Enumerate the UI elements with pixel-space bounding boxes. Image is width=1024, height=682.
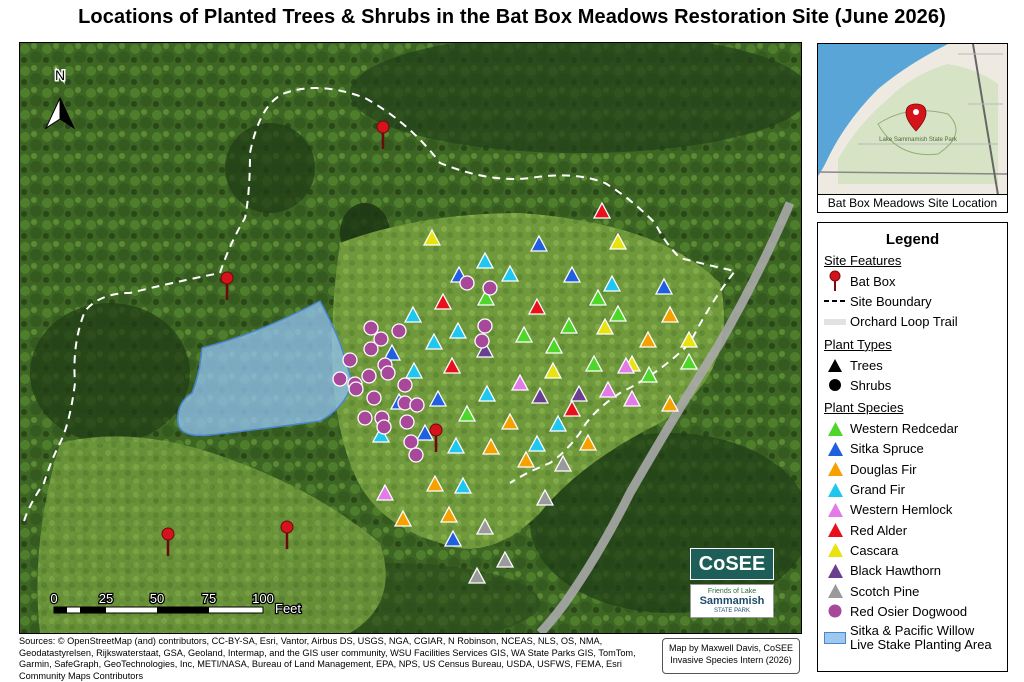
logo-sammamish-text: Sammamish (699, 595, 765, 607)
shrub-marker (366, 390, 382, 406)
shrub-marker (332, 371, 348, 387)
scale-tick-25: 25 (99, 591, 113, 606)
sources-text: Sources: © OpenStreetMap (and) contribut… (19, 636, 636, 681)
shrub-marker (403, 434, 419, 450)
legend-bat-box: Bat Box (818, 270, 1007, 292)
legend-label: Sitka & Pacific Willow Live Stake Planti… (850, 623, 992, 653)
legend-label: Red Alder (850, 522, 908, 538)
legend-species-row: Black Hawthorn (818, 561, 1007, 581)
legend-label: Red Osier Dogwood (850, 603, 968, 619)
legend-label: Sitka Spruce (850, 441, 924, 457)
inset-map[interactable]: Lake Sammamish State Park Bat Box Meadow… (817, 43, 1008, 213)
triangle-icon (824, 356, 846, 374)
legend-species-row: Sitka Spruce (818, 439, 1007, 459)
legend-plant-species-heading: Plant Species (824, 400, 904, 416)
scale-unit: Feet (275, 601, 301, 616)
legend-shrubs: Shrubs (818, 375, 1007, 395)
legend-label: Black Hawthorn (850, 563, 942, 579)
legend-label: Western Hemlock (850, 502, 953, 518)
inset-park-label: Lake Sammamish State Park (879, 137, 958, 143)
legend-species-row: Sitka & Pacific Willow Live Stake Planti… (818, 621, 1007, 655)
shrub-marker (342, 352, 358, 368)
map-title: Locations of Planted Trees & Shrubs in t… (78, 6, 946, 28)
dark-forest-patch (30, 303, 190, 443)
triangle-icon (824, 460, 846, 478)
legend-label: Scotch Pine (850, 583, 920, 599)
trail-line-icon (824, 313, 846, 331)
cosee-logo: CoSEE (690, 548, 774, 580)
triangle-icon (824, 501, 846, 519)
legend-label: Orchard Loop Trail (850, 314, 958, 330)
shrub-marker (373, 331, 389, 347)
shrub-marker (459, 275, 475, 291)
shrub-marker (391, 323, 407, 339)
credit-box: Map by Maxwell Davis, CoSEE Invasive Spe… (662, 638, 800, 674)
legend-species-row: Grand Fir (818, 479, 1007, 499)
credit-line-1: Map by Maxwell Davis, CoSEE (668, 643, 794, 653)
legend-site-features-heading: Site Features (824, 253, 902, 268)
shrub-marker (348, 381, 364, 397)
legend-plant-types-heading: Plant Types (824, 336, 892, 352)
scale-tick-75: 75 (202, 591, 216, 606)
shrub-marker (477, 318, 493, 334)
shrub-marker (482, 280, 498, 296)
legend-label: Western Redcedar (850, 421, 959, 437)
dark-forest-patch (225, 123, 315, 213)
legend: Legend Site Features Bat Box Site Bounda… (817, 222, 1008, 672)
legend-species-row: Western Hemlock (818, 500, 1007, 520)
legend-species-row: Red Alder (818, 520, 1007, 540)
circle-icon (824, 376, 846, 394)
shrub-marker (399, 414, 415, 430)
legend-label: Bat Box (850, 273, 896, 289)
north-arrow-label: N (55, 67, 65, 83)
legend-species-list: Western Redcedar Sitka Spruce Douglas Fir G… (818, 418, 1007, 655)
triangle-icon (824, 521, 846, 539)
legend-site-boundary: Site Boundary (818, 291, 1007, 311)
triangle-icon (824, 582, 846, 600)
legend-label: Shrubs (850, 377, 892, 393)
legend-label: Trees (850, 357, 883, 373)
scale-tick-50: 50 (150, 591, 164, 606)
logo-state-park-text: STATE PARK (713, 608, 750, 614)
inset-caption: Bat Box Meadows Site Location (818, 194, 1007, 212)
circle-icon (824, 602, 846, 620)
bat-box-icon (824, 270, 846, 292)
triangle-icon (824, 420, 846, 438)
shrub-marker (357, 410, 373, 426)
main-map[interactable]: N 0 25 50 75 100 Feet (19, 42, 802, 634)
triangle-icon (824, 562, 846, 580)
scale-tick-100: 100 (252, 591, 274, 606)
shrub-marker (361, 368, 377, 384)
shrub-marker (380, 365, 396, 381)
legend-species-row: Cascara (818, 540, 1007, 560)
legend-species-row: Red Osier Dogwood (818, 601, 1007, 621)
shrub-marker (474, 333, 490, 349)
legend-species-row: Scotch Pine (818, 581, 1007, 601)
legend-species-row: Douglas Fir (818, 459, 1007, 479)
legend-species-row: Western Redcedar (818, 418, 1007, 438)
polygon-swatch-icon (824, 629, 846, 647)
shrub-marker (408, 447, 424, 463)
shrub-marker (363, 320, 379, 336)
credit-line-2: Invasive Species Intern (2026) (670, 655, 792, 665)
legend-trees: Trees (818, 355, 1007, 375)
triangle-icon (824, 440, 846, 458)
legend-label: Cascara (850, 542, 899, 558)
legend-label: Douglas Fir (850, 461, 917, 477)
legend-title: Legend (885, 231, 940, 248)
dashed-line-icon (824, 292, 846, 310)
triangle-icon (824, 481, 846, 499)
scale-tick-0: 0 (50, 591, 57, 606)
shrub-marker (409, 397, 425, 413)
shrub-marker (397, 377, 413, 393)
legend-label: Grand Fir (850, 482, 905, 498)
legend-label: Site Boundary (850, 293, 932, 309)
friends-of-lake-sammamish-logo: Friends of Lake Sammamish STATE PARK (690, 584, 774, 618)
triangle-icon (824, 541, 846, 559)
shrub-marker (376, 419, 392, 435)
legend-orchard-loop-trail: Orchard Loop Trail (818, 312, 1007, 332)
